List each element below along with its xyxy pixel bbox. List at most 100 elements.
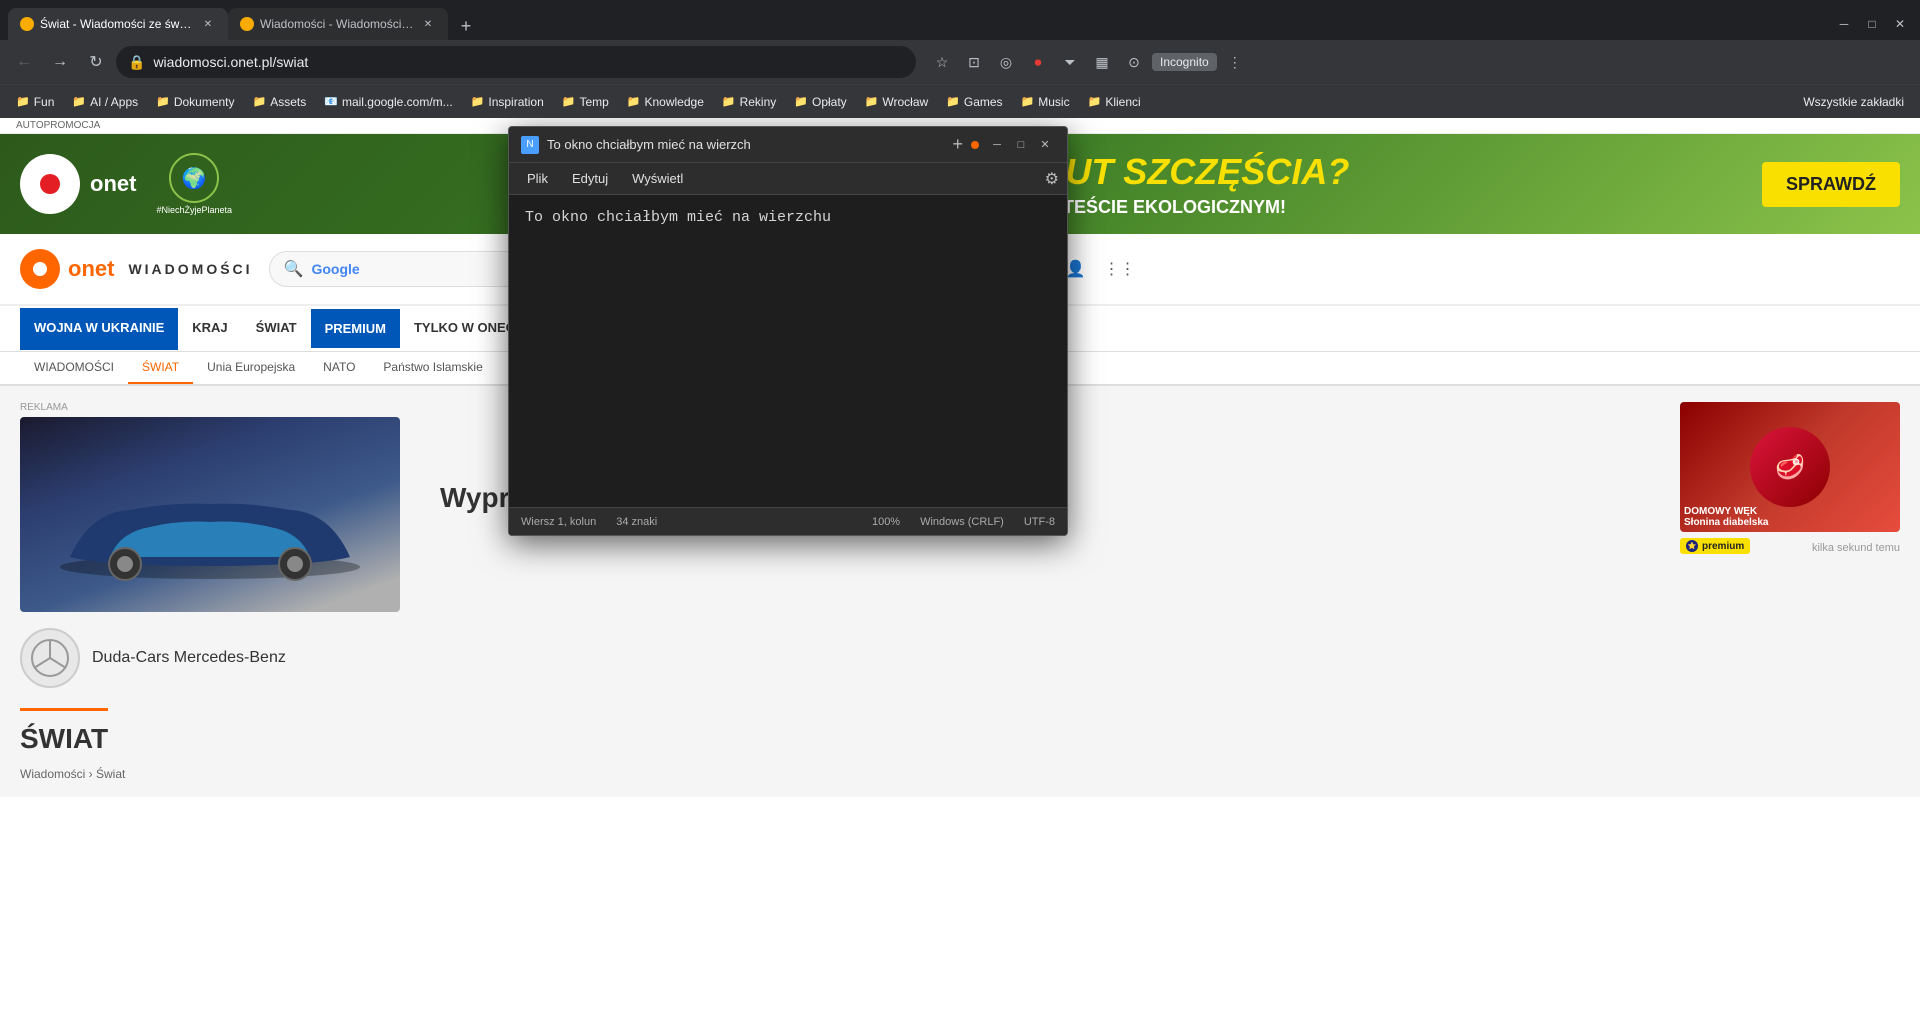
notepad-menu-edytuj-label: Edytuj <box>572 171 608 186</box>
bookmark-dokumenty[interactable]: 📁 Dokumenty <box>148 91 242 113</box>
tab-close-1[interactable]: ✕ <box>200 16 216 32</box>
mercedes-name: Duda-Cars Mercedes-Benz <box>92 649 286 667</box>
notepad-new-tab-button[interactable]: + <box>952 134 963 155</box>
extension-icon-2[interactable]: ◎ <box>992 48 1020 76</box>
notepad-status-chars: 34 znaki <box>616 516 657 528</box>
notepad-title: To okno chciałbym mieć na wierzch <box>547 137 944 152</box>
sub-nav-wiadomosci[interactable]: WIADOMOŚCI <box>20 352 128 384</box>
onet-logo-main: onet WIADOMOŚCI <box>20 249 253 289</box>
folder-icon-2: 📁 <box>72 95 86 108</box>
notepad-body[interactable]: To okno chciałbym mieć na wierzchu <box>509 195 1067 507</box>
all-bookmarks-label: Wszystkie zakładki <box>1803 95 1904 109</box>
title-bar: Świat - Wiadomości ze świata -... ✕ Wiad… <box>0 0 1920 40</box>
notepad-close-button[interactable]: ✕ <box>1035 135 1055 155</box>
bookmark-games[interactable]: 📁 Games <box>938 91 1010 113</box>
sub-nav-unia[interactable]: Unia Europejska <box>193 352 309 384</box>
extension-icon-5[interactable]: ▦ <box>1088 48 1116 76</box>
bookmark-mail-label: mail.google.com/m... <box>342 95 453 109</box>
menu-button[interactable]: ⋮ <box>1221 48 1249 76</box>
sub-nav-nato[interactable]: NATO <box>309 352 369 384</box>
folder-icon-10: 📁 <box>794 95 808 108</box>
notepad-status-charset: UTF-8 <box>1024 516 1055 528</box>
notepad-menu-wyswietl[interactable]: Wyświetl <box>622 167 693 190</box>
reklama-label: REKLAMA <box>20 402 400 413</box>
minimize-button[interactable]: ─ <box>1832 12 1856 36</box>
bookmark-star-icon[interactable]: ☆ <box>928 48 956 76</box>
close-button[interactable]: ✕ <box>1888 12 1912 36</box>
bookmark-music[interactable]: 📁 Music <box>1013 91 1078 113</box>
address-icon: 🔒 <box>128 54 145 71</box>
onet-logo-onet: onet <box>68 256 114 282</box>
folder-icon-3: 📁 <box>156 95 170 108</box>
notepad-maximize-button[interactable]: □ <box>1011 135 1031 155</box>
bookmark-knowledge[interactable]: 📁 Knowledge <box>619 91 712 113</box>
extension-icon-4[interactable]: ⏷ <box>1056 48 1084 76</box>
onet-dot <box>40 174 60 194</box>
bookmark-mail[interactable]: 📧 mail.google.com/m... <box>316 91 460 113</box>
notepad-minimize-button[interactable]: ─ <box>987 135 1007 155</box>
folder-icon-11: 📁 <box>865 95 879 108</box>
sub-nav-panstwo-label: Państwo Islamskie <box>383 360 482 374</box>
bookmark-ai-apps[interactable]: 📁 AI / Apps <box>64 91 146 113</box>
notepad-win-buttons: ─ □ ✕ <box>987 135 1055 155</box>
folder-icon-12: 📁 <box>946 95 960 108</box>
bookmark-wroclaw[interactable]: 📁 Wrocław <box>857 91 937 113</box>
sub-nav-nato-label: NATO <box>323 360 355 374</box>
bookmarks-bar: 📁 Fun 📁 AI / Apps 📁 Dokumenty 📁 Assets 📧… <box>0 84 1920 118</box>
nav-ukraine[interactable]: WOJNA W UKRAINIE <box>20 308 178 350</box>
extension-icon-1[interactable]: ⊡ <box>960 48 988 76</box>
tab-2[interactable]: Wiadomości - Wiadomości w O... ✕ <box>228 8 448 40</box>
notepad-content: To okno chciałbym mieć na wierzchu <box>525 207 1051 230</box>
forward-button[interactable]: → <box>44 46 76 78</box>
bookmark-temp[interactable]: 📁 Temp <box>554 91 617 113</box>
reload-button[interactable]: ↻ <box>80 46 112 78</box>
banner-sprawdz-button[interactable]: SPRAWDŹ <box>1762 162 1900 207</box>
nav-swiat[interactable]: ŚWIAT <box>242 308 311 350</box>
nav-kraj[interactable]: KRAJ <box>178 308 241 350</box>
bookmark-fun[interactable]: 📁 Fun <box>8 91 62 113</box>
nav-icons-right: ☆ ⊡ ◎ ⏺ ⏷ ▦ ⊙ Incognito ⋮ <box>928 48 1249 76</box>
all-bookmarks[interactable]: Wszystkie zakładki <box>1795 91 1912 113</box>
back-button[interactable]: ← <box>8 46 40 78</box>
notepad-status-encoding: Windows (CRLF) <box>920 516 1004 528</box>
sub-nav-swiat-label: ŚWIAT <box>142 360 179 374</box>
content-left: REKLAMA <box>20 402 400 781</box>
bookmark-rekiny[interactable]: 📁 Rekiny <box>714 91 784 113</box>
notepad-statusbar: Wiersz 1, kolun 34 znaki 100% Windows (C… <box>509 507 1067 535</box>
bookmark-inspiration[interactable]: 📁 Inspiration <box>463 91 552 113</box>
nav-premium[interactable]: PREMIUM <box>311 309 400 348</box>
bookmark-music-label: Music <box>1038 95 1069 109</box>
sub-nav-swiat[interactable]: ŚWIAT <box>128 352 193 384</box>
folder-icon-8: 📁 <box>627 95 641 108</box>
notepad-app-icon: N <box>521 136 539 154</box>
swiat-heading: ŚWIAT <box>20 708 108 759</box>
bookmark-knowledge-label: Knowledge <box>645 95 704 109</box>
nav-swiat-label: ŚWIAT <box>256 320 297 335</box>
bookmark-oplaty[interactable]: 📁 Opłaty <box>786 91 854 113</box>
tab-close-2[interactable]: ✕ <box>420 16 436 32</box>
notepad-menu-plik[interactable]: Plik <box>517 167 558 190</box>
content-right: 🥩 DOMOWY WĘKSłonina diabelska ⭐ premium … <box>1680 402 1900 781</box>
tab-title-2: Wiadomości - Wiadomości w O... <box>260 17 414 31</box>
onet-text-white: onet <box>90 171 136 197</box>
maximize-button[interactable]: □ <box>1860 12 1884 36</box>
bookmark-klienci[interactable]: 📁 Klienci <box>1080 91 1149 113</box>
onet-circle <box>20 154 80 214</box>
content-area: AUTOPROMOCJA onet 🌍 #NiechŻyjePlaneta <box>0 118 1920 1032</box>
notepad-settings-icon[interactable]: ⚙ <box>1045 169 1059 189</box>
sub-nav-panstwo[interactable]: Państwo Islamskie <box>369 352 496 384</box>
onet-logo-white: onet <box>20 154 136 214</box>
grid-icon[interactable]: ⋮⋮ <box>1102 251 1138 287</box>
profile-button[interactable]: ⊙ <box>1120 48 1148 76</box>
address-bar[interactable]: 🔒 wiadomosci.onet.pl/swiat <box>116 46 916 78</box>
notepad-window: N To okno chciałbym mieć na wierzch + ─ … <box>508 126 1068 536</box>
extension-icon-3[interactable]: ⏺ <box>1024 48 1052 76</box>
bookmark-temp-label: Temp <box>579 95 608 109</box>
new-tab-button[interactable]: + <box>452 12 480 40</box>
notepad-menu-edytuj[interactable]: Edytuj <box>562 167 618 190</box>
folder-icon-5: 📧 <box>324 95 338 108</box>
window-controls: ─ □ ✕ <box>1832 12 1912 40</box>
bookmark-assets[interactable]: 📁 Assets <box>245 91 315 113</box>
onet-website: AUTOPROMOCJA onet 🌍 #NiechŻyjePlaneta <box>0 118 1920 1032</box>
tab-1[interactable]: Świat - Wiadomości ze świata -... ✕ <box>8 8 228 40</box>
